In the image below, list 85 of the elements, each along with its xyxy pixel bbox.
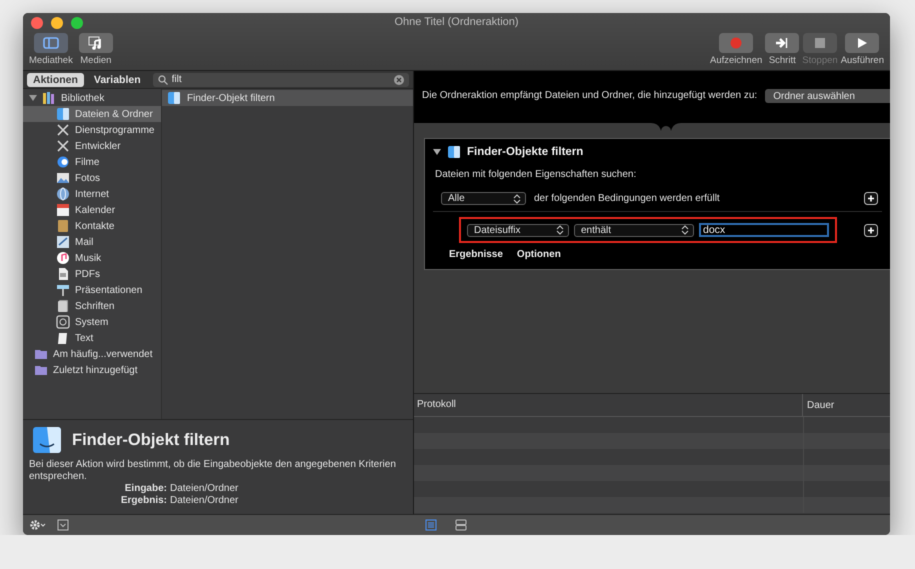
- disclosure-icon[interactable]: [433, 148, 441, 156]
- tab[interactable]: Ergebnisse: [449, 249, 503, 260]
- sidebar-item[interactable]: Text: [23, 330, 161, 346]
- folder-popup[interactable]: Ordner auswählen: [765, 89, 890, 103]
- split-view-icon[interactable]: [455, 519, 467, 531]
- tools-icon: [56, 123, 70, 137]
- match-popup[interactable]: Alle: [441, 192, 526, 205]
- sidebar-item[interactable]: Bibliothek: [23, 90, 161, 106]
- window-title: Ohne Titel (Ordneraktion): [394, 16, 519, 28]
- calendar-icon: [56, 203, 70, 217]
- sidebar-item[interactable]: Am häufig...verwendet: [23, 346, 161, 362]
- prompt-text: Dateien mit folgenden Eigenschaften suchen:: [435, 169, 638, 180]
- finder-icon: [32, 426, 62, 454]
- action-title: Finder-Objekte filtern: [467, 146, 584, 158]
- search-input[interactable]: filt: [172, 74, 390, 85]
- system-icon: [56, 315, 70, 329]
- toolbar-label: Medien: [80, 55, 112, 66]
- sidebar-item[interactable]: Kalender: [23, 202, 161, 218]
- list-view-icon[interactable]: [425, 519, 437, 531]
- field-label: Ergebnis:: [120, 495, 168, 507]
- action-item[interactable]: Finder-Objekt filtern: [162, 90, 413, 106]
- sidebar-item[interactable]: Schriften: [23, 298, 161, 314]
- window-control-icon[interactable]: [71, 17, 83, 29]
- clear-icon[interactable]: [394, 74, 404, 84]
- sidebar-item[interactable]: System: [23, 314, 161, 330]
- finder-icon: [56, 107, 70, 121]
- field-value: Dateien/Ordner: [170, 495, 238, 507]
- sidebar-item[interactable]: Präsentationen: [23, 282, 161, 298]
- description-text: Bei dieser Aktion wird bestimmt, ob die Eingabeobjekte den angegebenen Kriterien entsprechen.: [29, 459, 397, 483]
- toolbar-button[interactable]: [765, 33, 800, 53]
- toolbar-button[interactable]: [34, 33, 68, 53]
- sidebar-item[interactable]: Zuletzt hinzugefügt: [23, 362, 161, 378]
- value-field[interactable]: docx: [699, 223, 829, 237]
- stepper-icon: [556, 225, 564, 235]
- presentation-icon: [56, 283, 70, 297]
- sidebar-item[interactable]: Filme: [23, 154, 161, 170]
- criteria-popup[interactable]: Dateisuffix: [467, 224, 569, 236]
- books-icon: [42, 91, 56, 105]
- globe-icon: [56, 187, 70, 201]
- window-control-icon[interactable]: [51, 17, 63, 29]
- toolbar-button[interactable]: [78, 33, 113, 53]
- folder-icon: [34, 363, 48, 377]
- tab[interactable]: Variablen: [88, 72, 147, 86]
- toolbar-button[interactable]: [845, 33, 880, 53]
- toolbar-label: Ausführen: [840, 55, 884, 66]
- sidebar-item[interactable]: Internet: [23, 186, 161, 202]
- search-field[interactable]: filt: [152, 72, 409, 86]
- tab[interactable]: Aktionen: [27, 72, 84, 86]
- toolbar-label: Schritt: [768, 55, 796, 66]
- add-button[interactable]: [864, 192, 878, 205]
- search-icon: [158, 74, 168, 84]
- stepper-icon: [681, 225, 689, 235]
- sidebar-item[interactable]: Kontakte: [23, 218, 161, 234]
- photo-icon: [56, 171, 70, 185]
- toggle-icon[interactable]: [57, 519, 69, 531]
- condition-text: der folgenden Bedingungen werden erfüllt: [534, 193, 720, 204]
- tools-icon: [56, 139, 70, 153]
- sidebar-item[interactable]: Musik: [23, 250, 161, 266]
- tab[interactable]: Optionen: [516, 249, 561, 260]
- toolbar-label: Stoppen: [802, 55, 838, 66]
- sidebar-item[interactable]: Entwickler: [23, 138, 161, 154]
- sidebar-item[interactable]: Fotos: [23, 170, 161, 186]
- action-title: Finder-Objekt filtern: [72, 430, 230, 450]
- folder-icon: [34, 347, 48, 361]
- add-button[interactable]: [864, 224, 878, 236]
- column-header: Dauer: [806, 400, 834, 410]
- sidebar-item[interactable]: PDFs: [23, 266, 161, 282]
- document-icon: [56, 267, 70, 281]
- text-document-icon: [56, 331, 70, 345]
- stepper-icon: [513, 194, 521, 204]
- intro-text: Die Ordneraktion empfängt Dateien und Ordner, die hinzugefügt werden zu:: [422, 90, 758, 101]
- window-control-icon[interactable]: [31, 17, 43, 29]
- field-label: Eingabe:: [124, 483, 168, 495]
- sidebar-item[interactable]: Dateien & Ordner: [23, 106, 161, 122]
- sidebar-item[interactable]: Dienstprogramme: [23, 122, 161, 138]
- gear-icon[interactable]: [29, 519, 47, 531]
- field-value: Dateien/Ordner: [170, 483, 238, 495]
- disclosure-icon[interactable]: [29, 94, 37, 102]
- finder-icon: [447, 145, 461, 159]
- criteria-popup[interactable]: enthält: [574, 224, 694, 236]
- toolbar-label: Aufzeichnen: [710, 55, 762, 66]
- column-header: Protokoll: [414, 394, 803, 416]
- finder-icon: [167, 91, 181, 105]
- toolbar-label: Mediathek: [29, 55, 73, 66]
- sidebar-item[interactable]: Mail: [23, 234, 161, 250]
